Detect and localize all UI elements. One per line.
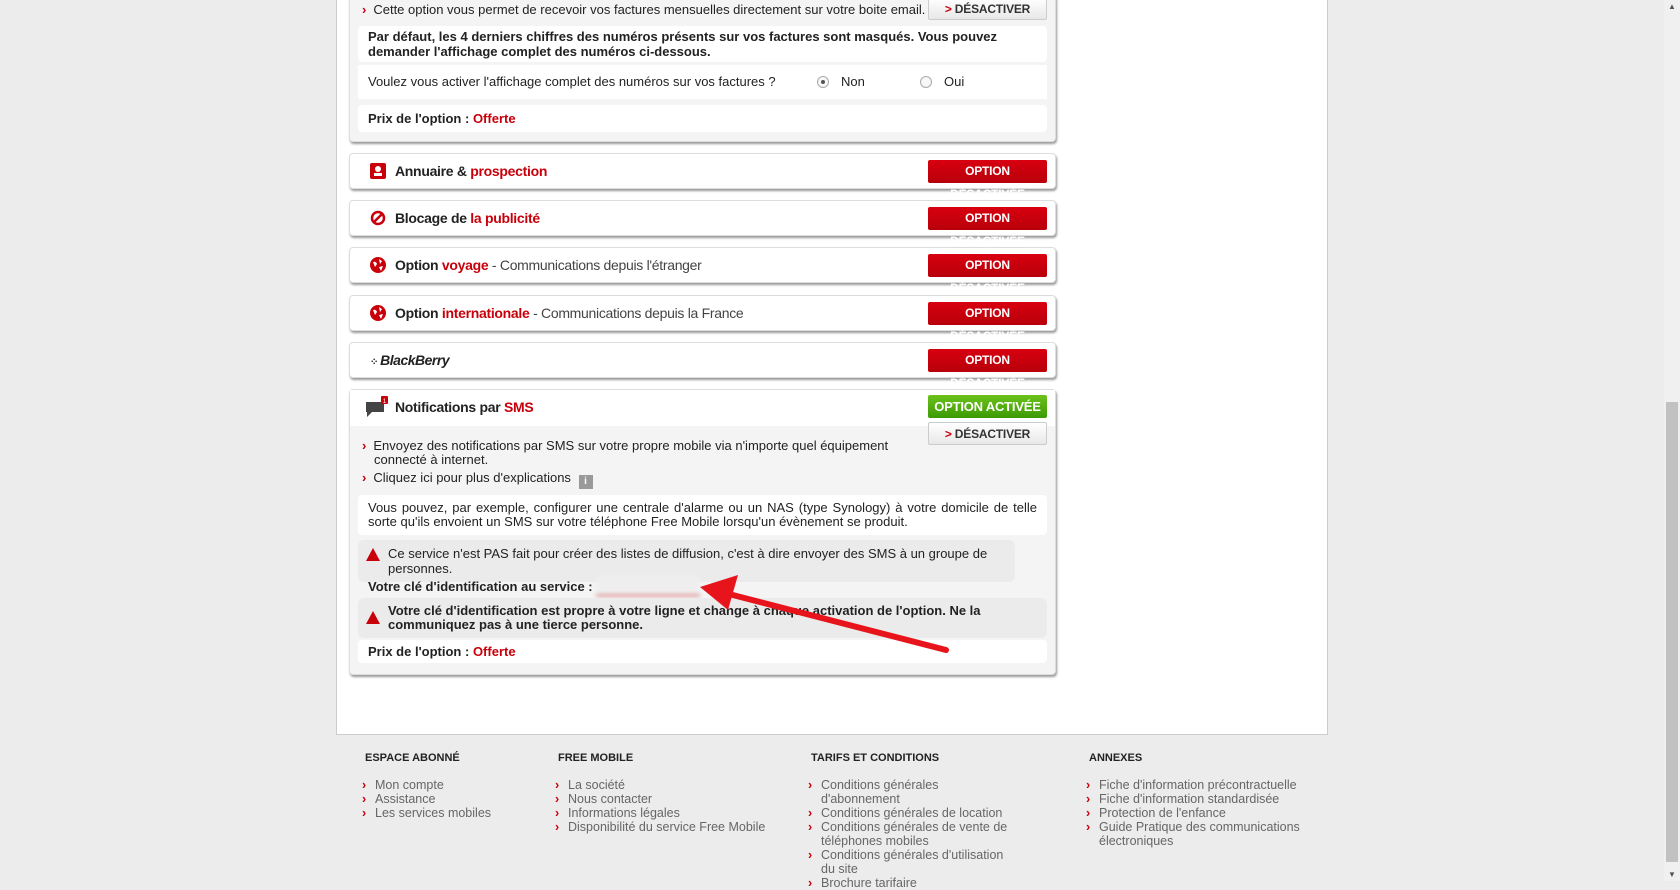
footer-link[interactable]: Guide Pratique des communications électr… xyxy=(1086,820,1306,848)
footer-link[interactable]: Mon compte xyxy=(362,778,491,792)
footer-link[interactable]: Conditions générales d'utilisation du si… xyxy=(808,848,1018,876)
footer-link[interactable]: Nous contacter xyxy=(555,792,765,806)
footer-link[interactable]: Conditions générales de location xyxy=(808,806,1018,820)
scroll-up-arrow-icon[interactable]: ▲ xyxy=(1668,2,1676,11)
footer-links: Fiche d'information précontractuelle Fic… xyxy=(1086,778,1306,848)
footer-link[interactable]: Conditions générales d'abonnement xyxy=(808,778,1018,806)
scroll-down-arrow-icon[interactable]: ▼ xyxy=(1668,870,1676,879)
footer-heading: ESPACE ABONNÉ xyxy=(365,752,460,764)
footer-links: La société Nous contacter Informations l… xyxy=(555,778,765,834)
vertical-scrollbar[interactable]: ▲ ▼ xyxy=(1664,0,1680,881)
footer-heading: ANNEXES xyxy=(1089,752,1143,764)
footer-heading: FREE MOBILE xyxy=(558,752,634,764)
footer-links: Mon compte Assistance Les services mobil… xyxy=(362,778,491,820)
footer-link[interactable]: Conditions générales de vente de télépho… xyxy=(808,820,1018,848)
footer-link[interactable]: Protection de l'enfance xyxy=(1086,806,1306,820)
footer-link[interactable]: Assistance xyxy=(362,792,491,806)
footer-link[interactable]: La société xyxy=(555,778,765,792)
footer-links: Conditions générales d'abonnement Condit… xyxy=(808,778,1018,890)
footer-link[interactable]: Fiche d'information précontractuelle xyxy=(1086,778,1306,792)
footer-link[interactable]: Informations légales xyxy=(555,806,765,820)
footer-link[interactable]: Brochure tarifaire xyxy=(808,876,1018,890)
scrollbar-thumb[interactable] xyxy=(1666,402,1678,862)
footer-link[interactable]: Les services mobiles xyxy=(362,806,491,820)
footer-link[interactable]: Fiche d'information standardisée xyxy=(1086,792,1306,806)
footer-link[interactable]: Disponibilité du service Free Mobile xyxy=(555,820,765,834)
red-arrow-annotation xyxy=(700,575,949,653)
footer-heading: TARIFS ET CONDITIONS xyxy=(811,752,940,764)
